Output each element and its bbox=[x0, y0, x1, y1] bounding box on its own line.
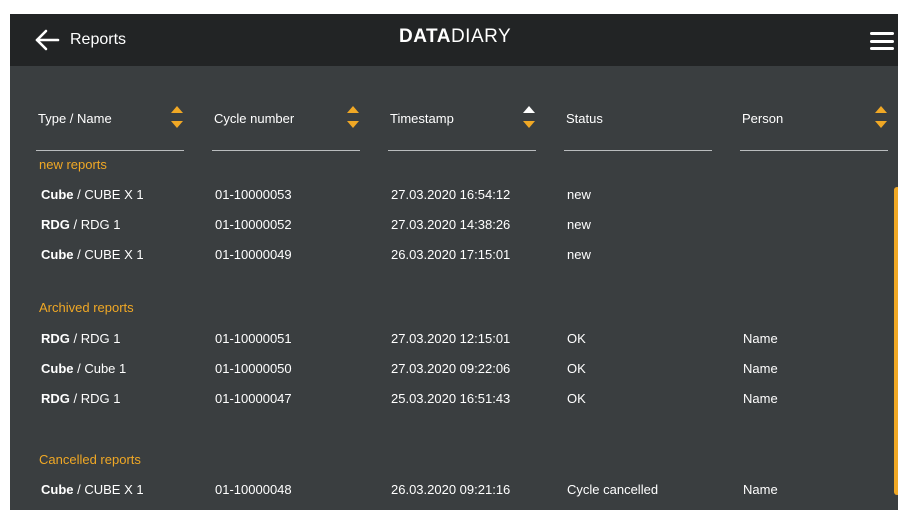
column-label: Timestamp bbox=[390, 111, 454, 126]
status-cell: OK bbox=[567, 391, 586, 406]
person-cell: Name bbox=[743, 361, 778, 376]
cycle-cell: 01-10000048 bbox=[215, 482, 292, 497]
section-title-cancelled-reports: Cancelled reports bbox=[39, 452, 141, 467]
type-label: Cube bbox=[41, 247, 74, 262]
column-header-cycle-number: Cycle number bbox=[212, 104, 360, 151]
section-title-archived-reports: Archived reports bbox=[39, 300, 134, 315]
type-name-cell: RDG / RDG 1 bbox=[41, 391, 120, 406]
status-cell: Cycle cancelled bbox=[567, 482, 659, 497]
app-window: Reports DATADIARY Type / Name Cycle numb… bbox=[10, 14, 898, 510]
sort-arrows-icon[interactable] bbox=[170, 104, 184, 130]
table-row[interactable]: RDG / RDG 1 01-10000052 27.03.2020 14:38… bbox=[10, 217, 880, 247]
table-row[interactable]: Cube / CUBE X 1 01-10000049 26.03.2020 1… bbox=[10, 247, 880, 277]
person-cell: Name bbox=[743, 391, 778, 406]
top-bar: Reports DATADIARY bbox=[10, 14, 898, 66]
arrow-left-icon bbox=[34, 29, 60, 51]
name-label: / CUBE X 1 bbox=[73, 482, 144, 497]
table-row[interactable]: Cube / CUBE X 1 01-10000053 27.03.2020 1… bbox=[10, 187, 880, 217]
person-cell: Name bbox=[743, 331, 778, 346]
timestamp-cell: 27.03.2020 12:15:01 bbox=[391, 331, 511, 346]
cycle-cell: 01-10000052 bbox=[215, 217, 292, 232]
page-title: Reports bbox=[70, 31, 127, 48]
name-label: / RDG 1 bbox=[69, 331, 121, 346]
status-cell: new bbox=[567, 187, 591, 202]
name-label: / Cube 1 bbox=[73, 361, 127, 376]
cycle-cell: 01-10000047 bbox=[215, 391, 292, 406]
name-label: / CUBE X 1 bbox=[73, 247, 144, 262]
status-cell: new bbox=[567, 217, 591, 232]
type-name-cell: Cube / CUBE X 1 bbox=[41, 187, 144, 202]
name-label: / CUBE X 1 bbox=[73, 187, 144, 202]
cycle-cell: 01-10000051 bbox=[215, 331, 292, 346]
timestamp-cell: 27.03.2020 16:54:12 bbox=[391, 187, 511, 202]
table-row[interactable]: RDG / RDG 1 01-10000051 27.03.2020 12:15… bbox=[10, 331, 880, 361]
type-name-cell: Cube / CUBE X 1 bbox=[41, 247, 144, 262]
cycle-cell: 01-10000053 bbox=[215, 187, 292, 202]
sort-arrows-icon[interactable] bbox=[522, 104, 536, 130]
column-label: Status bbox=[566, 111, 603, 126]
cycle-cell: 01-10000050 bbox=[215, 361, 292, 376]
type-name-cell: RDG / RDG 1 bbox=[41, 217, 120, 232]
name-label: / RDG 1 bbox=[69, 391, 121, 406]
sort-arrows-icon[interactable] bbox=[346, 104, 360, 130]
section-title-new-reports: new reports bbox=[39, 157, 107, 172]
timestamp-cell: 25.03.2020 16:51:43 bbox=[391, 391, 511, 406]
sort-arrows-icon[interactable] bbox=[874, 104, 888, 130]
app-logo: DATADIARY bbox=[399, 26, 511, 48]
status-cell: new bbox=[567, 247, 591, 262]
type-label: RDG bbox=[41, 391, 70, 406]
column-header-type-name: Type / Name bbox=[36, 104, 184, 151]
name-label: / RDG 1 bbox=[69, 217, 121, 232]
table-row[interactable]: Cube / Cube 1 01-10000050 27.03.2020 09:… bbox=[10, 361, 880, 391]
type-name-cell: Cube / CUBE X 1 bbox=[41, 482, 144, 497]
cycle-cell: 01-10000049 bbox=[215, 247, 292, 262]
type-label: Cube bbox=[41, 361, 74, 376]
table-row[interactable]: Cube / CUBE X 1 01-10000048 26.03.2020 0… bbox=[10, 482, 880, 510]
column-header-status: Status bbox=[564, 104, 712, 151]
type-label: RDG bbox=[41, 331, 70, 346]
hamburger-menu-icon[interactable] bbox=[870, 32, 894, 50]
timestamp-cell: 26.03.2020 17:15:01 bbox=[391, 247, 511, 262]
column-header-timestamp: Timestamp bbox=[388, 104, 536, 151]
vertical-scrollbar[interactable] bbox=[894, 187, 898, 495]
back-button[interactable] bbox=[34, 29, 60, 51]
type-name-cell: RDG / RDG 1 bbox=[41, 331, 120, 346]
timestamp-cell: 26.03.2020 09:21:16 bbox=[391, 482, 511, 497]
column-label: Person bbox=[742, 111, 784, 126]
timestamp-cell: 27.03.2020 09:22:06 bbox=[391, 361, 511, 376]
table-row[interactable]: RDG / RDG 1 01-10000047 25.03.2020 16:51… bbox=[10, 391, 880, 421]
type-label: Cube bbox=[41, 482, 74, 497]
type-label: RDG bbox=[41, 217, 70, 232]
logo-light-text: DIARY bbox=[450, 26, 512, 47]
column-header-person: Person bbox=[740, 104, 888, 151]
timestamp-cell: 27.03.2020 14:38:26 bbox=[391, 217, 511, 232]
status-cell: OK bbox=[567, 331, 586, 346]
logo-bold-text: DATA bbox=[399, 26, 451, 47]
person-cell: Name bbox=[743, 482, 778, 497]
column-label: Type / Name bbox=[38, 111, 112, 126]
type-label: Cube bbox=[41, 187, 74, 202]
type-name-cell: Cube / Cube 1 bbox=[41, 361, 126, 376]
status-cell: OK bbox=[567, 361, 586, 376]
column-label: Cycle number bbox=[214, 111, 295, 126]
